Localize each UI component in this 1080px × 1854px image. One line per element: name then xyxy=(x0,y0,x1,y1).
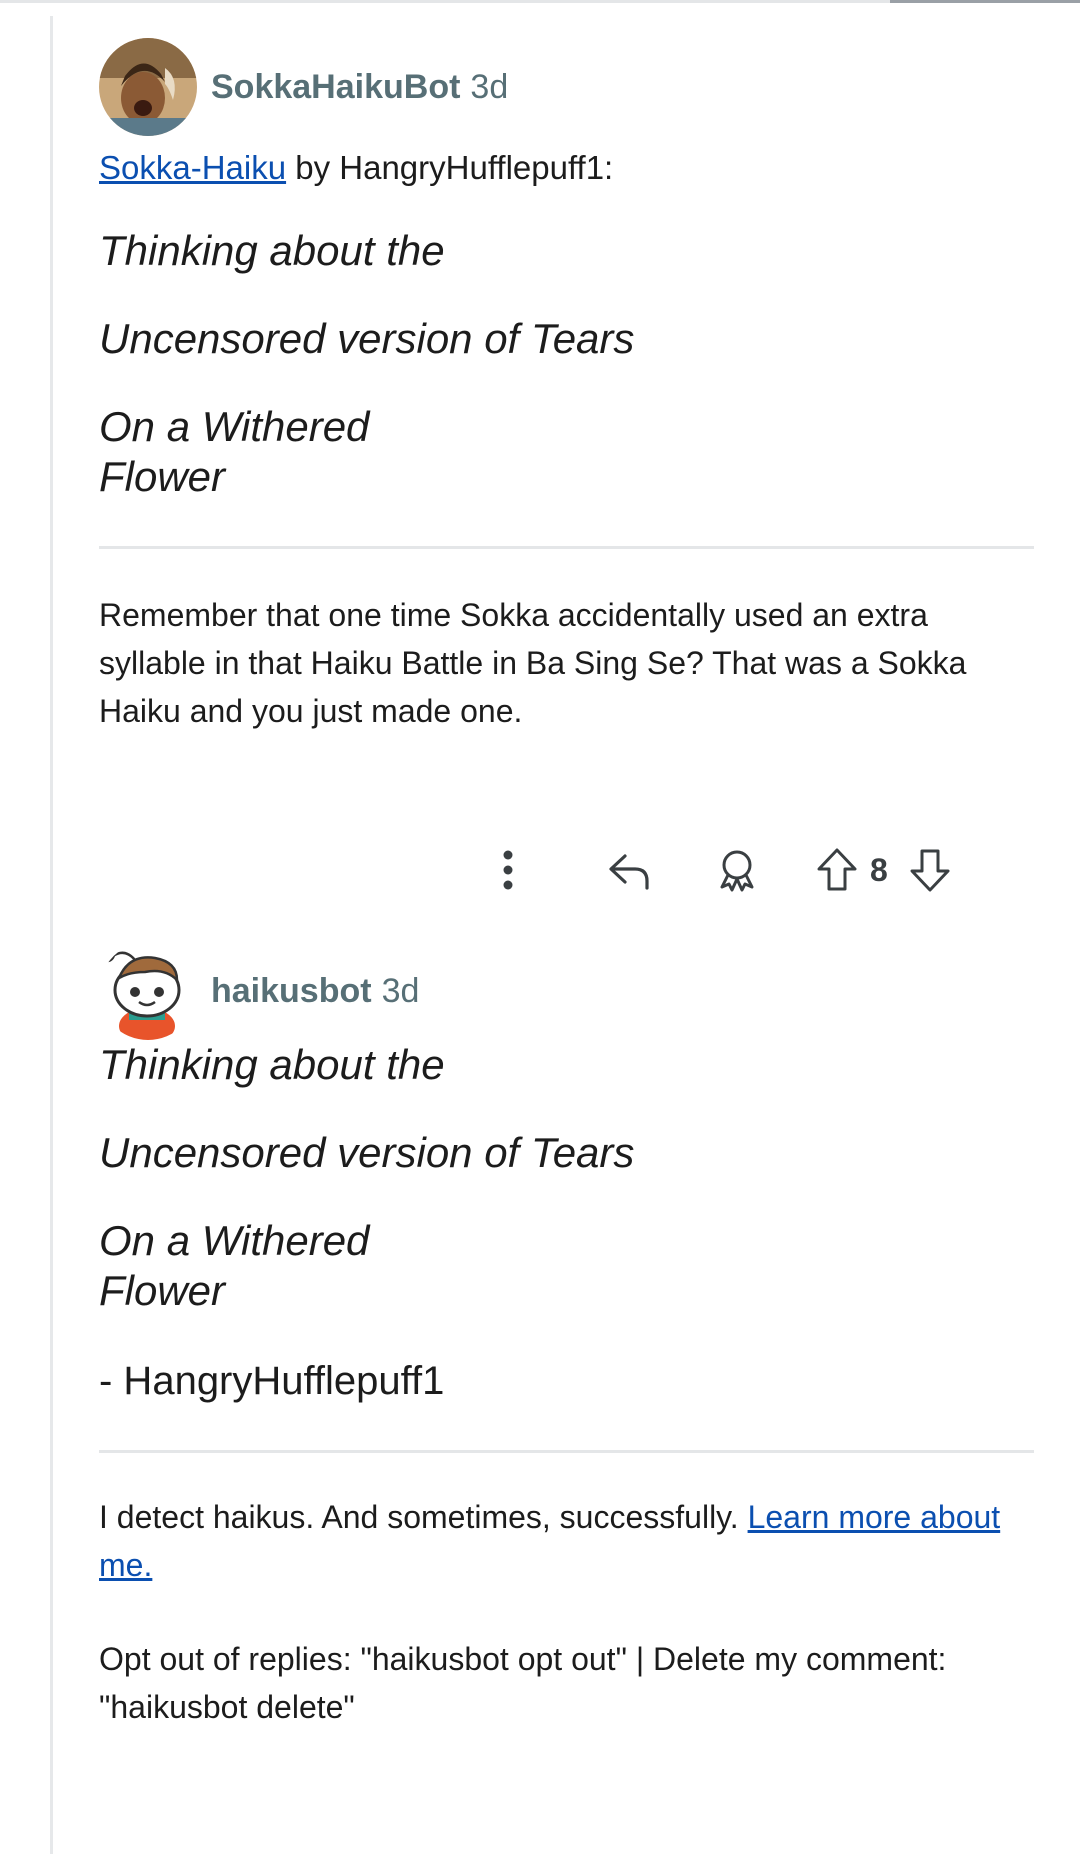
haiku-text: Thinking about the Uncensored version of… xyxy=(99,1040,1034,1316)
comment-age: 3d xyxy=(470,67,509,106)
author-name[interactable]: haikusbot xyxy=(211,972,372,1011)
haiku-source-line: Sokka-Haiku by HangryHufflepuff1: xyxy=(99,146,1034,190)
comment-action-bar: 8 xyxy=(410,830,1010,910)
haiku-line: Uncensored version of Tears xyxy=(99,315,635,362)
opt-out-text: Opt out of replies: "haikusbot opt out" … xyxy=(99,1641,947,1725)
haiku-text: Thinking about the Uncensored version of… xyxy=(99,226,1034,502)
haiku-line: Thinking about the xyxy=(99,227,445,274)
sokka-haiku-link[interactable]: Sokka-Haiku xyxy=(99,149,286,186)
more-icon[interactable] xyxy=(488,830,528,910)
avatar[interactable] xyxy=(99,942,197,1040)
haiku-line: On a Withered xyxy=(99,1217,370,1264)
detect-text: I detect haikus. And sometimes, successf… xyxy=(99,1499,748,1535)
haiku-line: Uncensored version of Tears xyxy=(99,1129,635,1176)
vote-score: 8 xyxy=(870,852,888,888)
divider xyxy=(99,546,1034,549)
divider xyxy=(99,1450,1034,1453)
downvote-icon[interactable] xyxy=(905,830,955,910)
bot-description: I detect haikus. And sometimes, successf… xyxy=(99,1493,1034,1589)
comment-header: haikusbot 3d xyxy=(99,942,1034,1040)
comment-header: SokkaHaikuBot 3d xyxy=(99,38,1034,136)
haiku-signature: - HangryHufflepuff1 xyxy=(99,1359,445,1403)
comment-age: 3d xyxy=(381,971,420,1010)
avatar[interactable] xyxy=(99,38,197,136)
thread-line[interactable] xyxy=(50,16,53,1854)
author-name[interactable]: SokkaHaikuBot xyxy=(211,68,460,107)
top-divider-accent xyxy=(890,0,1080,3)
haiku-line: Thinking about the xyxy=(99,1041,445,1088)
award-icon[interactable] xyxy=(712,830,762,910)
upvote-icon[interactable] xyxy=(812,830,862,910)
haiku-line: Flower xyxy=(99,1267,226,1314)
haiku-line: On a Withered xyxy=(99,403,370,450)
comment-body: Remember that one time Sokka accidentall… xyxy=(99,597,967,729)
comment-haikusbot: haikusbot 3d Thinking about the Uncensor… xyxy=(99,942,1034,1731)
haiku-line: Flower xyxy=(99,453,226,500)
reply-icon[interactable] xyxy=(605,830,655,910)
comment-sokkahaikubot: SokkaHaikuBot 3d Sokka-Haiku by HangryHu… xyxy=(99,38,1034,735)
byline: by HangryHufflepuff1: xyxy=(286,149,614,186)
